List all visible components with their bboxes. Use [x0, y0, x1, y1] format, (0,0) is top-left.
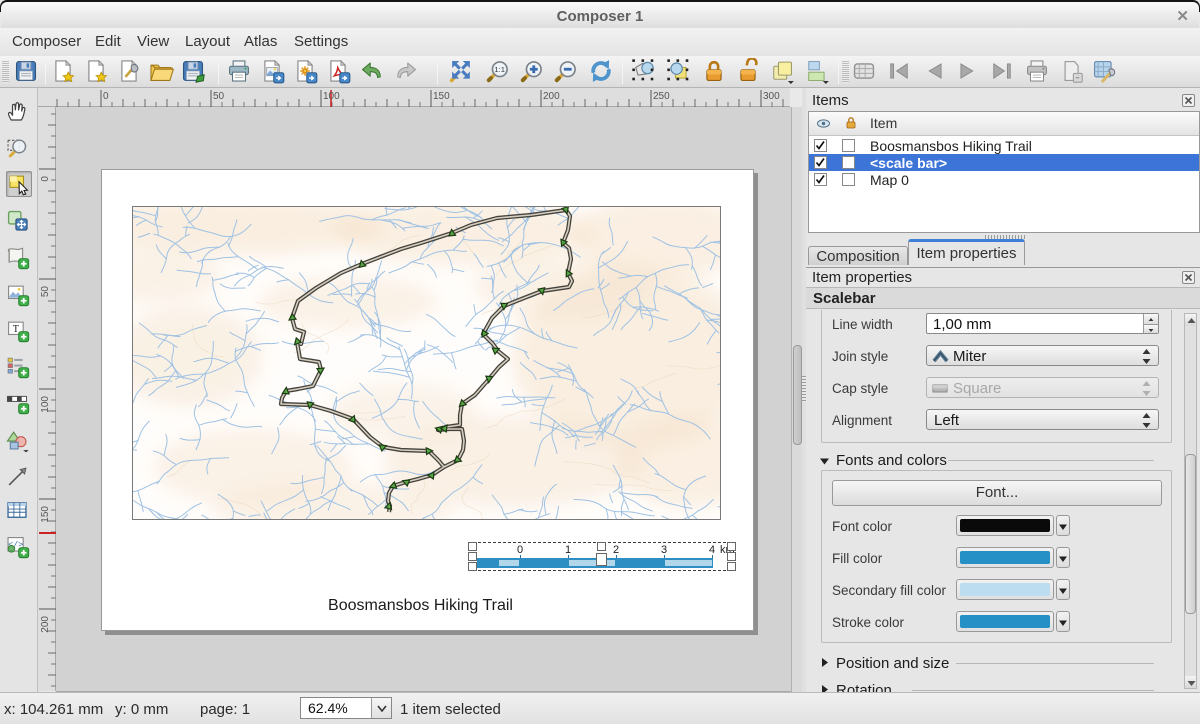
svg-text:150: 150: [40, 506, 51, 523]
svg-text:1:1: 1:1: [494, 65, 505, 74]
svg-text:200: 200: [40, 616, 51, 633]
svg-text:0: 0: [40, 176, 51, 182]
svg-text:T: T: [13, 324, 19, 335]
svg-text:100: 100: [40, 396, 51, 413]
svg-text:100: 100: [323, 91, 340, 102]
svg-text:50: 50: [40, 286, 51, 298]
svg-text:0: 0: [103, 91, 109, 102]
svg-text:200: 200: [543, 91, 560, 102]
svg-text:150: 150: [433, 91, 450, 102]
svg-text:250: 250: [653, 91, 670, 102]
svg-text:300: 300: [763, 91, 780, 102]
svg-text:50: 50: [213, 91, 225, 102]
